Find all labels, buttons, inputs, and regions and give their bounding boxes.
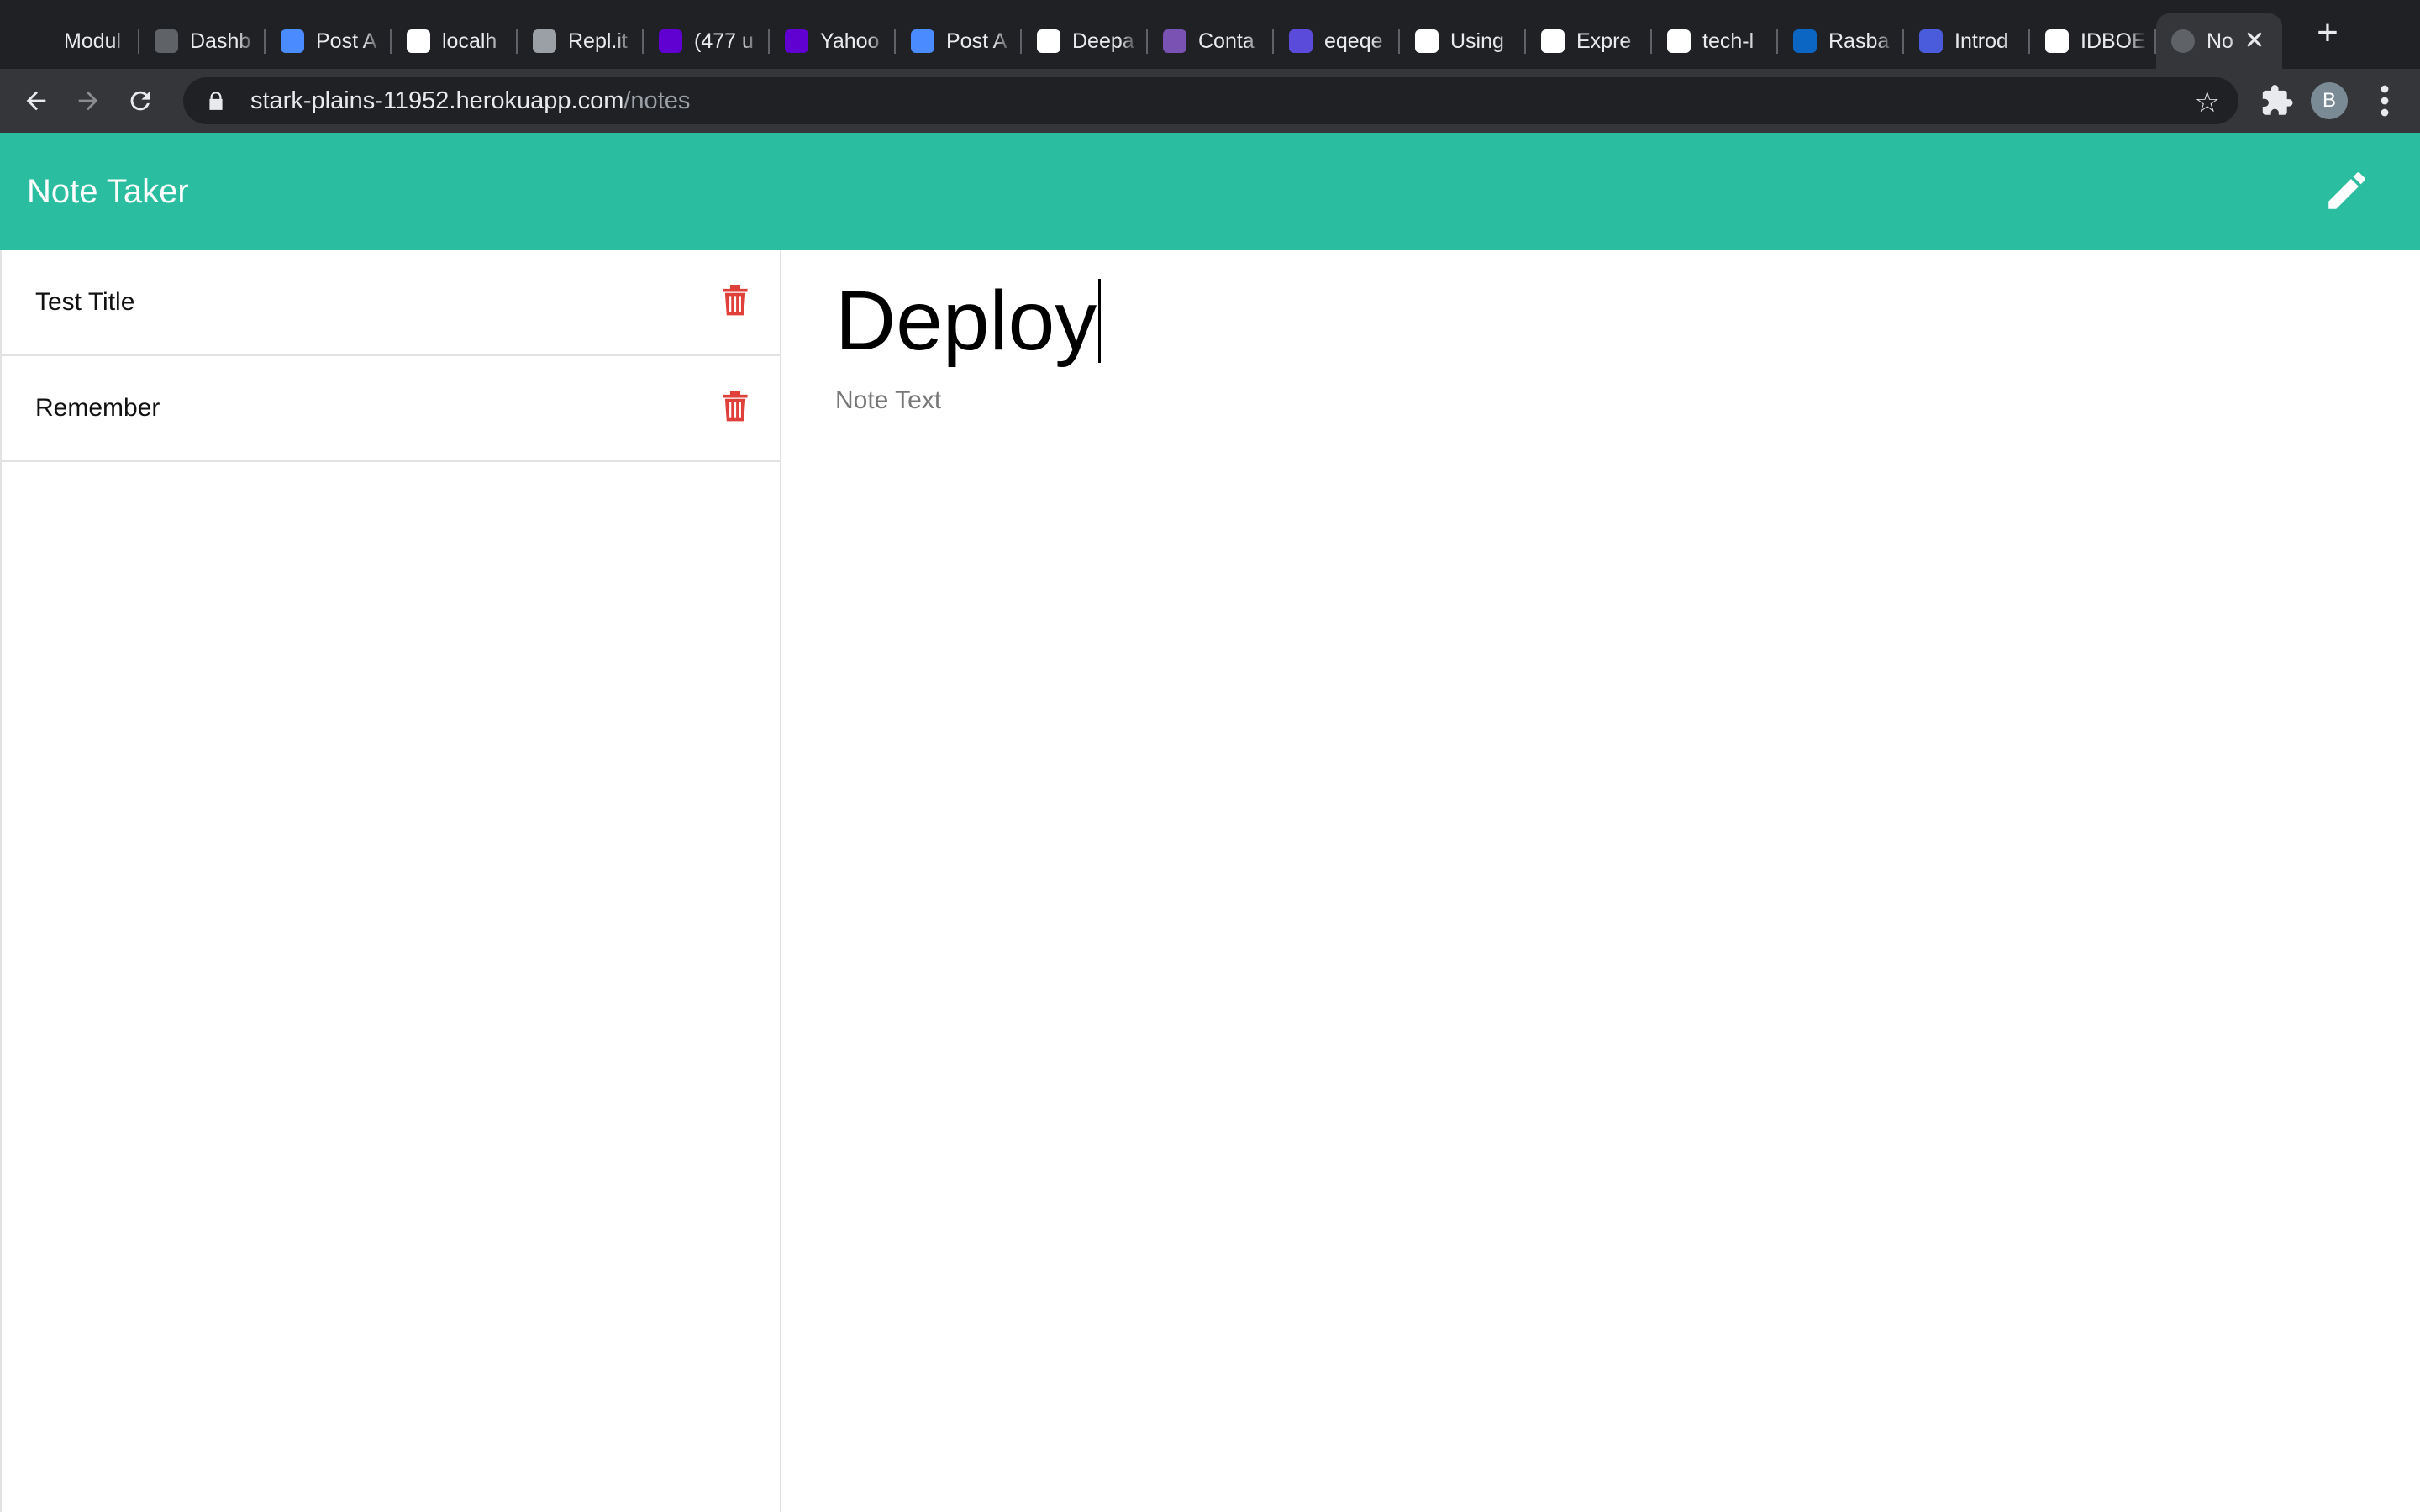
list-item[interactable]: Test Title <box>2 250 780 356</box>
browser-tab[interactable]: Rasba <box>1778 13 1904 69</box>
tab-title: localh <box>442 29 497 53</box>
tab-title: IDBOE <box>2081 29 2146 53</box>
lock-icon <box>209 92 223 110</box>
google-icon <box>407 29 430 53</box>
note-title: Test Title <box>35 288 135 316</box>
browser-tab[interactable]: IDBOE <box>2030 13 2156 69</box>
browser-tab[interactable]: localh <box>392 13 518 69</box>
tab-title: Dashb <box>190 29 251 53</box>
browser-tab[interactable]: Post A <box>266 13 392 69</box>
trash-icon[interactable] <box>721 282 750 316</box>
reload-button[interactable] <box>114 75 166 127</box>
star-badge-icon <box>1919 29 1943 53</box>
new-tab-button[interactable]: + <box>2302 8 2353 58</box>
browser-tab[interactable]: Conta <box>1148 13 1274 69</box>
browser-tab-active[interactable]: No ✕ <box>2156 13 2282 69</box>
bookmark-star-icon[interactable]: ☆ <box>2195 86 2220 119</box>
note-title: Remember <box>35 394 160 422</box>
yahoo-icon <box>785 29 808 53</box>
express-icon <box>1415 29 1439 53</box>
notes-list: Test Title Remember <box>0 250 781 1512</box>
zoom-icon <box>911 29 934 53</box>
tab-title: tech-l <box>1702 29 1754 53</box>
arrow-left-icon <box>26 91 46 111</box>
tab-list: Modul Dashb Post A localh Repl.it (477 u Yahoo… <box>0 0 2353 69</box>
text-caret <box>1098 279 1102 363</box>
browser-tab[interactable]: Expre <box>1526 13 1652 69</box>
app-title[interactable]: Note Taker <box>27 173 189 211</box>
github-icon <box>1667 29 1691 53</box>
globe-icon <box>2171 29 2195 53</box>
shield-icon <box>2045 29 2069 53</box>
express-icon <box>1541 29 1565 53</box>
github-icon <box>1037 29 1060 53</box>
tab-title: Rasba <box>1828 29 1890 53</box>
replit-icon <box>533 29 556 53</box>
close-tab-icon[interactable]: ✕ <box>2242 29 2267 54</box>
bootstrap-icon <box>1163 29 1186 53</box>
back-button[interactable] <box>10 75 62 127</box>
tab-title: Deepa <box>1072 29 1134 53</box>
tab-title: Conta <box>1198 29 1255 53</box>
note-title-value: Deploy <box>835 274 1097 368</box>
arrow-right-icon <box>78 91 98 111</box>
browser-tab-strip: Modul Dashb Post A localh Repl.it (477 u Yahoo… <box>0 0 2420 69</box>
browser-tab[interactable]: Using <box>1400 13 1526 69</box>
browser-tab[interactable]: Post A <box>896 13 1022 69</box>
linkedin-icon <box>1793 29 1817 53</box>
browser-tab[interactable]: (477 u <box>644 13 770 69</box>
tab-title: (477 u <box>694 29 754 53</box>
tab-title: Repl.it <box>568 29 628 53</box>
url-host: stark-plains-11952.herokuapp.com <box>250 87 624 114</box>
tab-title: Introd <box>1954 29 2008 53</box>
kebab-menu-icon[interactable] <box>2368 81 2402 121</box>
tab-title: Using <box>1450 29 1504 53</box>
tab-title: Post A <box>946 29 1007 53</box>
globe-icon <box>155 29 178 53</box>
list-item[interactable]: Remember <box>2 356 780 462</box>
tab-title: eqeqe <box>1324 29 1383 53</box>
browser-tab[interactable]: Deepa <box>1022 13 1148 69</box>
tab-title: Yahoo <box>820 29 880 53</box>
browser-tab[interactable]: Repl.it <box>518 13 644 69</box>
tab-title: Post A <box>316 29 377 53</box>
browser-tab[interactable]: tech-l <box>1652 13 1778 69</box>
address-bar[interactable]: stark-plains-11952.herokuapp.com/notes ☆ <box>183 77 2238 124</box>
trash-icon[interactable] <box>721 388 750 422</box>
app-header: Note Taker <box>0 133 2420 250</box>
browser-tab[interactable]: Dashb <box>139 13 266 69</box>
book-icon <box>29 29 52 53</box>
note-text-input[interactable]: Note Text <box>835 386 941 415</box>
circle-icon <box>1289 29 1313 53</box>
extensions-puzzle-icon[interactable] <box>2257 81 2297 121</box>
new-note-pencil-icon[interactable] <box>2323 166 2371 215</box>
tab-title: No <box>2207 29 2233 53</box>
note-editor: Deploy Note Text <box>835 250 2390 1512</box>
tab-title: Modul <box>64 29 122 53</box>
yahoo-mail-icon <box>659 29 682 53</box>
browser-toolbar: stark-plains-11952.herokuapp.com/notes ☆… <box>0 69 2420 133</box>
tab-title: Expre <box>1576 29 1632 53</box>
browser-tab[interactable]: Introd <box>1904 13 2030 69</box>
forward-button[interactable] <box>62 75 114 127</box>
browser-tab[interactable]: Modul <box>13 13 139 69</box>
zoom-icon <box>281 29 304 53</box>
note-title-input[interactable]: Deploy <box>835 270 1102 371</box>
browser-tab[interactable]: Yahoo <box>770 13 896 69</box>
reload-icon <box>130 91 150 111</box>
profile-avatar[interactable]: B <box>2311 82 2348 119</box>
url-path: /notes <box>623 87 691 114</box>
browser-tab[interactable]: eqeqe <box>1274 13 1400 69</box>
